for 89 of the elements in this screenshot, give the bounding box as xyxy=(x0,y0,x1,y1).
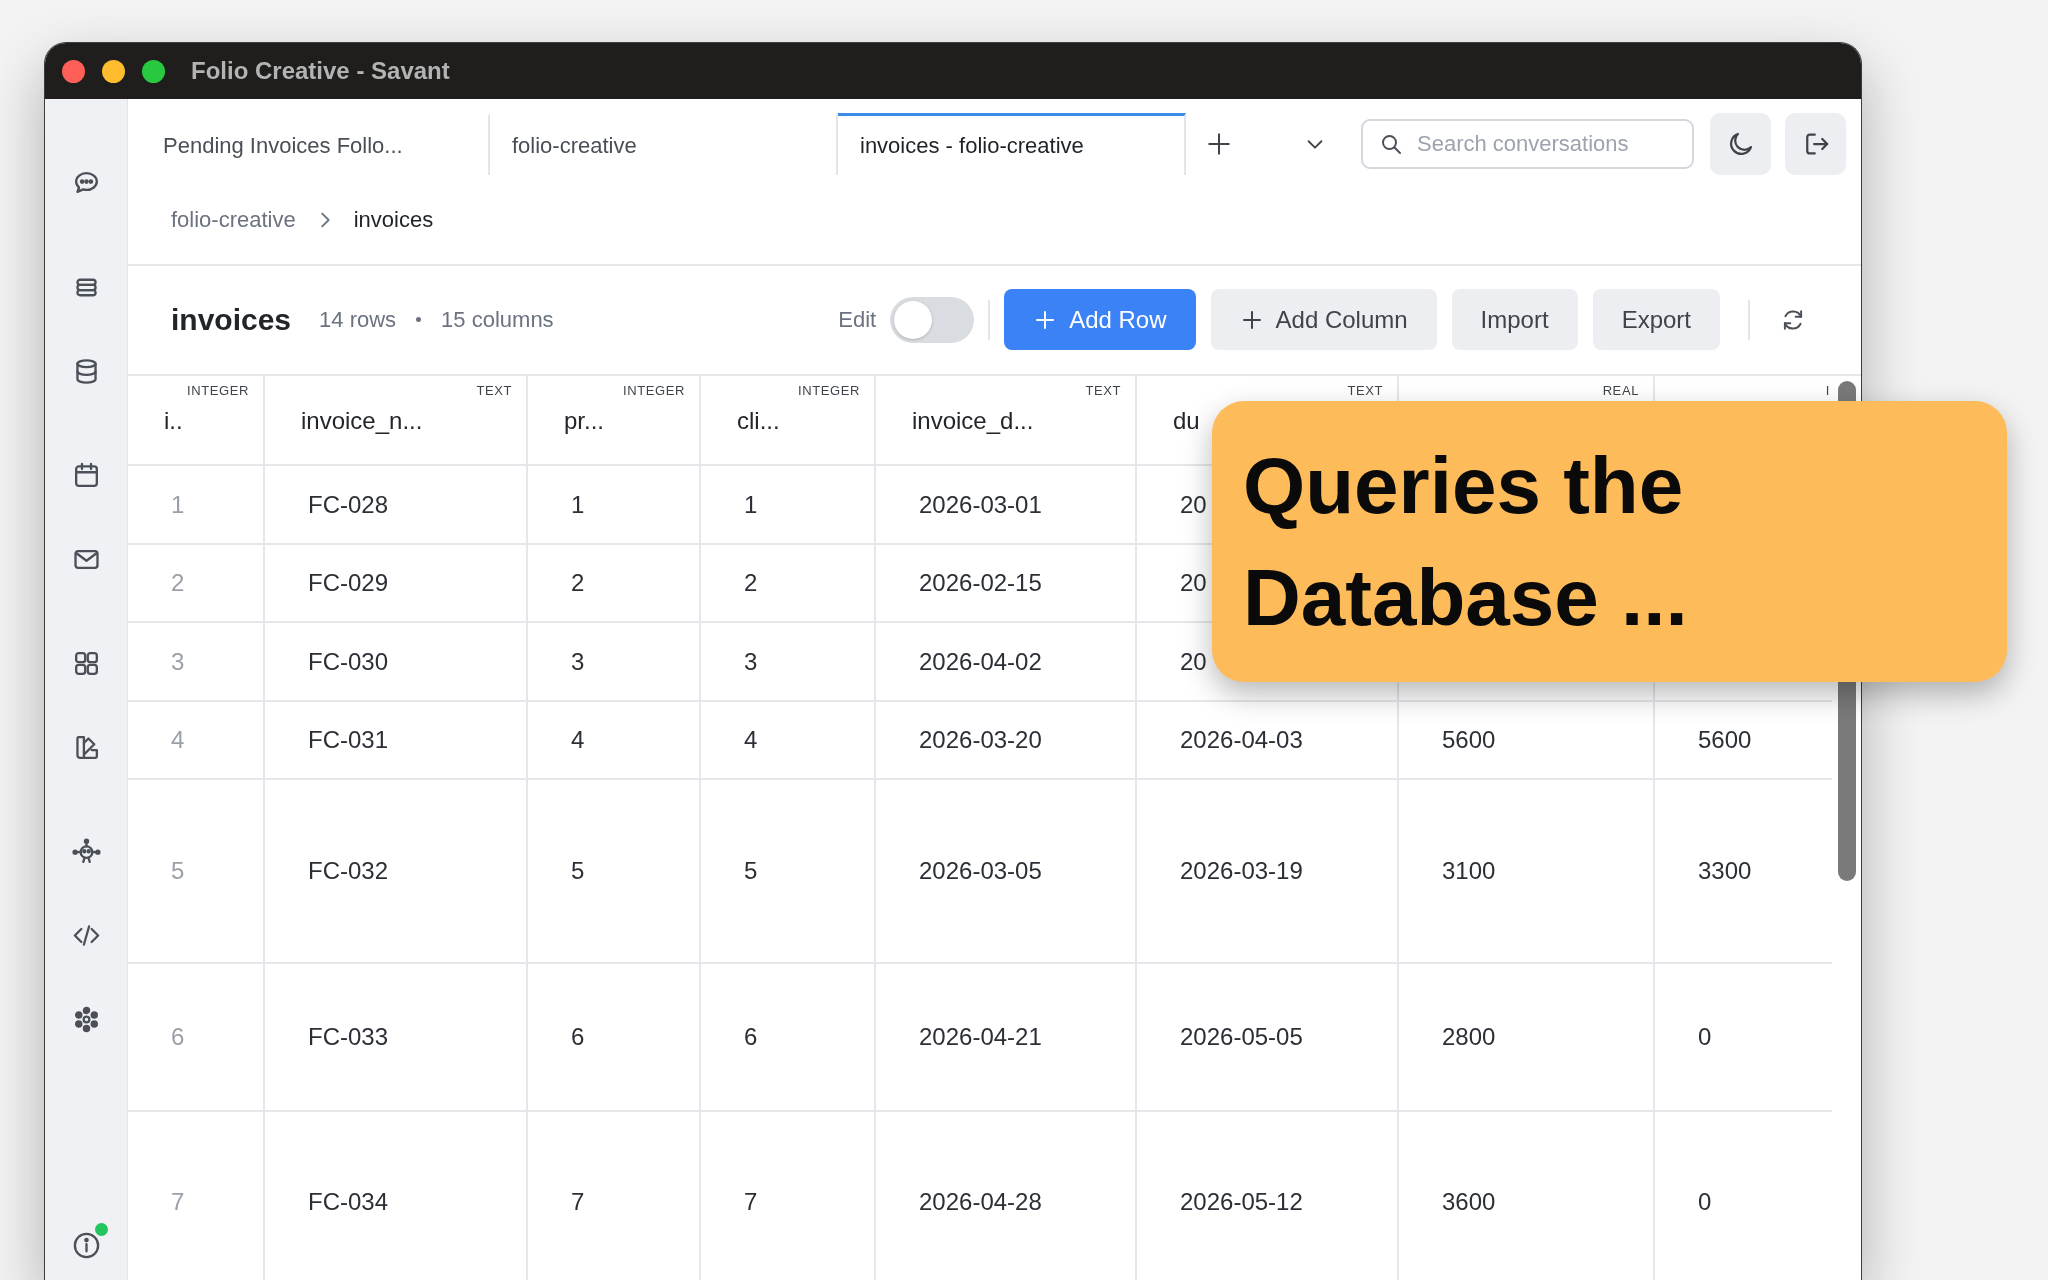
search-icon xyxy=(1379,132,1403,156)
search-field[interactable]: Search conversations xyxy=(1361,119,1694,169)
table-cell: 6 xyxy=(571,1023,585,1051)
table-cell: 20 xyxy=(1180,490,1207,519)
row-count: 14 rows xyxy=(319,306,397,333)
table-cell: 20 xyxy=(1180,569,1207,597)
table-cell: FC-030 xyxy=(308,647,389,676)
logout-button[interactable] xyxy=(1785,113,1846,175)
minimize-icon[interactable] xyxy=(102,59,125,83)
column-type: INTEGER xyxy=(798,382,860,400)
column-name[interactable]: i.. xyxy=(164,406,183,436)
table-cell: 20 xyxy=(1180,647,1207,676)
table-cell: 5 xyxy=(571,857,585,885)
toolbar-button[interactable]: Add Column xyxy=(1210,289,1437,350)
table-cell: 5600 xyxy=(1442,726,1496,754)
column-name[interactable]: du xyxy=(1173,406,1200,436)
table-cell: 2026-04-02 xyxy=(919,647,1042,676)
table-cell: 4 xyxy=(744,726,758,754)
table-cell: 4 xyxy=(171,726,185,754)
table-cell: 3 xyxy=(171,647,185,676)
table-cell: 2 xyxy=(744,569,758,597)
table-cell: 3 xyxy=(571,647,585,676)
plus-icon[interactable] xyxy=(1206,131,1232,157)
column-count: 15 columns xyxy=(441,306,554,333)
column-name[interactable]: cli... xyxy=(737,406,780,436)
table-cell: 7 xyxy=(171,1188,185,1216)
table-cell: 4 xyxy=(571,726,585,754)
table-cell: FC-028 xyxy=(308,490,389,519)
table-cell: 5 xyxy=(171,857,185,885)
table-cell: 2026-03-20 xyxy=(919,726,1042,754)
toolbar-button[interactable]: Export xyxy=(1592,289,1720,350)
bullet-icon xyxy=(416,317,422,322)
maximize-icon[interactable] xyxy=(142,59,165,83)
table-cell: 2026-02-15 xyxy=(919,569,1042,597)
table-cell: 2026-05-05 xyxy=(1180,1023,1303,1051)
column-name[interactable]: invoice_n... xyxy=(301,406,423,436)
table-cell: 0 xyxy=(1698,1188,1712,1216)
edit-label: Edit xyxy=(838,306,877,333)
table-cell: 2026-04-21 xyxy=(919,1023,1042,1051)
table-cell: 2026-05-12 xyxy=(1180,1188,1303,1216)
table-cell: 7 xyxy=(571,1188,585,1216)
column-type: I xyxy=(1825,382,1830,400)
column-type: TEXT xyxy=(1085,382,1121,400)
table-cell: FC-031 xyxy=(308,726,389,754)
table-cell: FC-033 xyxy=(308,1023,389,1051)
table-cell: 1 xyxy=(571,490,585,519)
close-icon[interactable] xyxy=(62,59,85,83)
table-cell: 2 xyxy=(171,569,185,597)
column-type: TEXT xyxy=(1347,382,1383,400)
table-cell: 3 xyxy=(744,647,758,676)
tab[interactable]: invoices - folio-creative xyxy=(838,113,1186,175)
column-type: INTEGER xyxy=(187,382,249,400)
table-cell: 5 xyxy=(744,857,758,885)
table-cell: 2026-03-05 xyxy=(919,857,1042,885)
table-cell: FC-029 xyxy=(308,569,389,597)
table-cell: 2 xyxy=(571,569,585,597)
column-name[interactable]: pr... xyxy=(564,406,605,436)
table-cell: 6 xyxy=(744,1023,758,1051)
table-cell: 0 xyxy=(1698,1023,1712,1051)
table-cell: FC-034 xyxy=(308,1188,389,1216)
column-type: TEXT xyxy=(476,382,512,400)
table-title: invoices xyxy=(171,302,292,337)
table-cell: 3600 xyxy=(1442,1188,1496,1216)
table-cell: 1 xyxy=(171,490,185,519)
table-cell: 3100 xyxy=(1442,857,1496,885)
breadcrumb-current: invoices xyxy=(353,206,434,233)
table-cell: FC-032 xyxy=(308,857,389,885)
table-cell: 2026-03-19 xyxy=(1180,857,1303,885)
table-cell: 3300 xyxy=(1698,857,1752,885)
column-name[interactable]: invoice_d... xyxy=(912,406,1034,436)
table-cell: 7 xyxy=(744,1188,758,1216)
table-cell: 5600 xyxy=(1698,726,1752,754)
edit-toggle[interactable] xyxy=(890,296,975,343)
window-title: Folio Creative - Savant xyxy=(191,57,450,85)
tab[interactable]: Pending Invoices Follo... xyxy=(128,113,490,175)
table-cell: 2800 xyxy=(1442,1023,1496,1051)
tab[interactable]: folio-creative xyxy=(490,113,838,175)
table-cell: 2026-04-28 xyxy=(919,1188,1042,1216)
callout-text: Queries the Database ... xyxy=(1243,440,1689,644)
column-type: REAL xyxy=(1602,382,1639,400)
table-cell: 6 xyxy=(171,1023,185,1051)
theme-button[interactable] xyxy=(1710,113,1771,175)
toolbar-button[interactable]: Import xyxy=(1451,289,1578,350)
table-cell: 2026-03-01 xyxy=(919,490,1042,519)
breadcrumb-link[interactable]: folio-creative xyxy=(171,206,296,233)
table-cell: 1 xyxy=(744,490,758,519)
toolbar-button[interactable]: Add Row xyxy=(1004,289,1196,350)
table-cell: 2026-04-03 xyxy=(1180,726,1303,754)
column-type: INTEGER xyxy=(623,382,685,400)
